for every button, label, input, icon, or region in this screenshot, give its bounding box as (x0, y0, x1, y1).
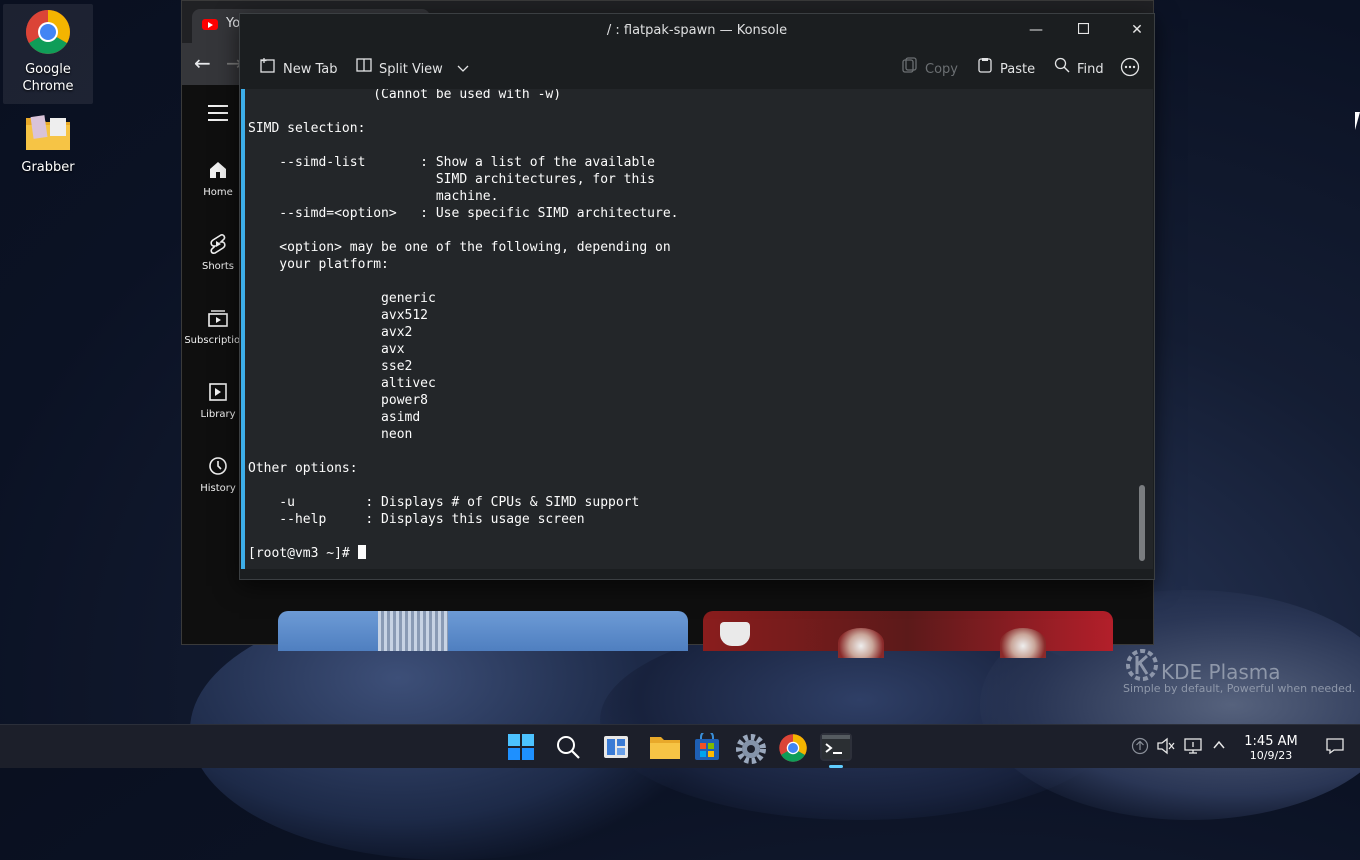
desktop-icon-label: Google (25, 62, 71, 77)
new-tab-icon (259, 57, 277, 80)
helmet-image (1000, 628, 1046, 658)
paste-icon (976, 57, 994, 80)
video-thumbnail[interactable] (703, 611, 1113, 651)
taskbar-konsole[interactable] (820, 733, 852, 761)
folder-icon (26, 115, 70, 150)
kde-title: KDE Plasma (1161, 660, 1281, 684)
scrollbar-handle[interactable] (1139, 485, 1145, 561)
network-display-icon[interactable] (1183, 737, 1203, 759)
close-button[interactable]: ✕ (1123, 18, 1151, 42)
taskbar-file-explorer[interactable] (649, 733, 681, 761)
taskbar-chrome[interactable] (778, 733, 810, 762)
taskbar-search-button[interactable] (554, 733, 586, 761)
copy-label: Copy (925, 62, 958, 77)
terminal-output: (Cannot be used with -w) SIMD selection:… (248, 89, 678, 562)
copy-button[interactable]: Copy (901, 57, 958, 79)
copy-icon (901, 57, 919, 80)
helmet-image (838, 628, 884, 658)
more-options-icon (1120, 57, 1140, 81)
split-view-label: Split View (379, 62, 443, 77)
search-icon (1053, 57, 1071, 80)
terminal-icon (822, 735, 850, 759)
terminal-area[interactable]: (Cannot be used with -w) SIMD selection:… (241, 89, 1153, 569)
terminal-scrollbar[interactable] (1139, 89, 1145, 567)
find-button[interactable]: Find (1053, 57, 1104, 79)
clock-date: 10/9/23 (1249, 749, 1293, 762)
store-icon (695, 730, 719, 760)
split-view-icon (355, 57, 373, 80)
new-tab-label: New Tab (283, 62, 338, 77)
video-thumbnail[interactable] (278, 611, 688, 651)
chevron-up-icon[interactable] (1211, 737, 1227, 757)
back-arrow-icon[interactable]: ← (194, 51, 211, 75)
minimize-button[interactable]: — (1022, 18, 1050, 42)
nfl-logo (720, 622, 750, 646)
search-icon (557, 736, 580, 759)
kde-tagline: Simple by default, Powerful when needed. (1123, 682, 1356, 695)
taskbar-settings[interactable] (735, 733, 767, 764)
desktop-icon-label: Chrome (22, 79, 74, 94)
desktop-icon-grabber[interactable]: Grabber (3, 112, 93, 176)
find-label: Find (1077, 62, 1104, 77)
notifications-icon[interactable] (1325, 737, 1345, 759)
more-options-button[interactable] (1120, 57, 1140, 79)
desktop-icon-label: Grabber (21, 160, 75, 175)
maximize-icon (1077, 22, 1089, 35)
widgets-icon (604, 736, 628, 758)
maximize-button[interactable] (1069, 18, 1097, 42)
volume-muted-icon[interactable] (1156, 737, 1176, 759)
terminal-lines: (Cannot be used with -w) SIMD selection:… (248, 89, 679, 527)
clock-time: 1:45 AM (1244, 734, 1298, 749)
taskbar-clock[interactable]: 1:45 AM 10/9/23 (1236, 734, 1306, 762)
hamburger-menu-icon[interactable] (208, 105, 228, 126)
konsole-window[interactable]: / : flatpak-spawn — Konsole — ✕ New Tab … (239, 13, 1155, 580)
tray-update-icon[interactable] (1131, 737, 1149, 759)
chrome-icon (26, 10, 70, 54)
taskbar-store[interactable] (692, 730, 724, 761)
terminal-prompt: [root@vm3 ~]# (248, 546, 358, 561)
new-tab-button[interactable]: New Tab (259, 57, 338, 79)
mouse-cursor (1355, 112, 1360, 130)
youtube-icon (202, 19, 218, 30)
folder-icon (650, 737, 680, 759)
paste-button[interactable]: Paste (976, 57, 1035, 79)
taskbar: 1:45 AM 10/9/23 (0, 724, 1360, 768)
desktop-icon-google-chrome[interactable]: Google Chrome (3, 4, 93, 104)
split-view-button[interactable]: Split View (355, 57, 469, 79)
chevron-down-icon[interactable] (457, 62, 469, 77)
chrome-icon (779, 734, 807, 762)
paste-label: Paste (1000, 62, 1036, 77)
window-title: / : flatpak-spawn — Konsole (606, 23, 788, 38)
start-button[interactable] (506, 733, 538, 761)
terminal-cursor (357, 545, 366, 559)
konsole-toolbar: New Tab Split View Copy Paste Find (240, 48, 1154, 88)
gear-icon (736, 734, 766, 764)
windows-start-icon (508, 734, 534, 760)
taskbar-widgets-button[interactable] (602, 733, 634, 761)
